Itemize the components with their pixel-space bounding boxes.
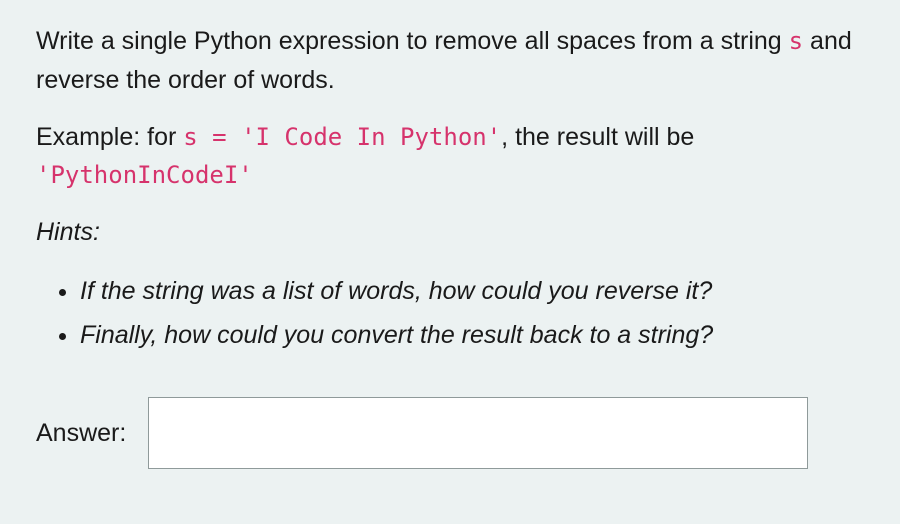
hint-item: Finally, how could you convert the resul… (80, 314, 864, 358)
answer-row: Answer: (36, 397, 864, 469)
question-paragraph-2: Example: for s = 'I Code In Python', the… (36, 118, 864, 196)
inline-code: s = 'I Code In Python' (183, 123, 501, 151)
hints-list: If the string was a list of words, how c… (36, 270, 864, 358)
text: Write a single Python expression to remo… (36, 27, 789, 55)
question-paragraph-1: Write a single Python expression to remo… (36, 22, 864, 100)
inline-code: 'PythonInCodeI' (36, 161, 253, 189)
hints-heading: Hints: (36, 213, 864, 252)
inline-code: s (789, 27, 803, 55)
text: , the result will be (501, 123, 694, 151)
answer-label: Answer: (36, 414, 126, 453)
text: Example: for (36, 123, 183, 151)
answer-input[interactable] (148, 397, 808, 469)
hint-item: If the string was a list of words, how c… (80, 270, 864, 314)
hints-label: Hints: (36, 218, 100, 246)
